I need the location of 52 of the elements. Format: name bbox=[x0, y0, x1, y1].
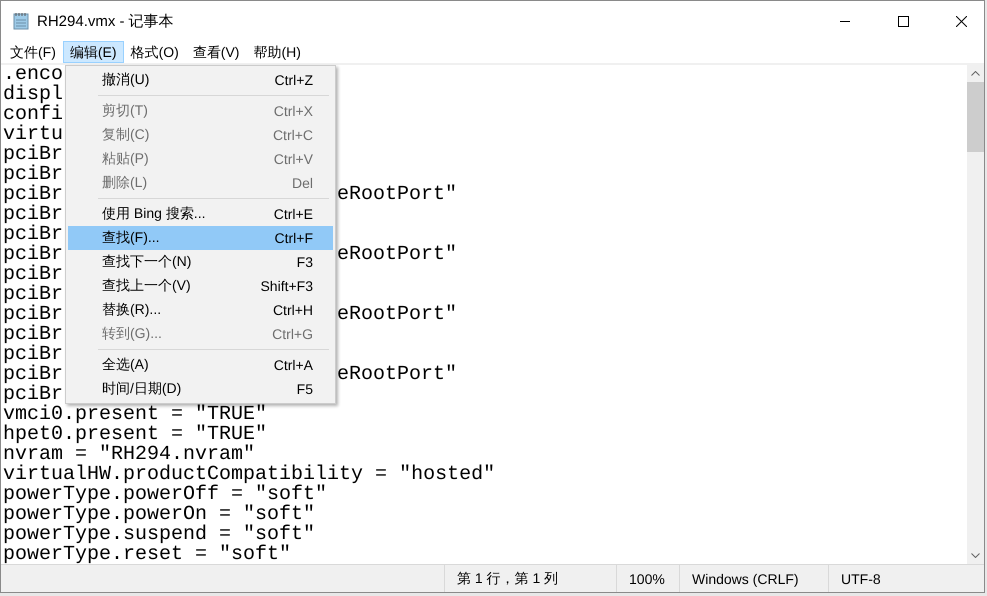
code-line: powerType.powerOn = "soft" bbox=[3, 505, 316, 525]
code-line: pciBr bbox=[3, 285, 64, 305]
menu-bar-item[interactable]: 查看(V) bbox=[186, 41, 246, 63]
menu-item[interactable]: 全选(A) Ctrl+A bbox=[68, 353, 333, 377]
code-line: nvram = "RH294.nvram" bbox=[3, 445, 256, 465]
status-text: 第 1 行，第 1 列 bbox=[457, 570, 558, 588]
menu-bar-item[interactable]: 编辑(E) bbox=[62, 41, 124, 63]
code-line: eRootPort" bbox=[337, 305, 458, 325]
code-line: pciBr bbox=[3, 365, 64, 385]
code-line: powerType.powerOff = "soft" bbox=[3, 485, 328, 505]
status-text: UTF-8 bbox=[841, 570, 881, 586]
menu-item[interactable]: 查找(F)... Ctrl+F bbox=[68, 226, 333, 250]
status-text: 100% bbox=[629, 570, 665, 586]
code-line: .enco bbox=[3, 65, 64, 85]
code-line: pciBr bbox=[3, 385, 64, 405]
menu-bar-item[interactable]: 格式(O) bbox=[124, 41, 186, 63]
window-title: RH294.vmx - 记事本 bbox=[37, 12, 174, 30]
code-line: vmci0.present = "TRUE" bbox=[3, 405, 268, 425]
code-line: virtu bbox=[3, 125, 64, 145]
code-line: confi bbox=[3, 105, 64, 125]
code-line: eRootPort" bbox=[337, 245, 458, 265]
code-line: pciBr bbox=[3, 165, 64, 185]
code-line: pciBr bbox=[3, 205, 64, 225]
code-line: pciBr bbox=[3, 245, 64, 265]
menu-bar-item[interactable]: 帮助(H) bbox=[246, 41, 308, 63]
scrollbar[interactable] bbox=[967, 65, 984, 564]
close-icon bbox=[956, 16, 966, 26]
code-line: pciBr bbox=[3, 265, 64, 285]
menu-item[interactable]: 替换(R)... Ctrl+H bbox=[68, 298, 333, 322]
notepad-icon bbox=[13, 12, 29, 30]
code-line: powerType.suspend = "soft" bbox=[3, 525, 316, 545]
code-line: pciBr bbox=[3, 345, 64, 365]
menu-item[interactable]: 时间/日期(D) F5 bbox=[68, 377, 333, 401]
menu-item[interactable]: 查找下一个(N) F3 bbox=[68, 250, 333, 274]
maximize-icon bbox=[898, 16, 908, 26]
status-text: Windows (CRLF) bbox=[692, 570, 799, 586]
code-line: hpet0.present = "TRUE" bbox=[3, 425, 268, 445]
code-line: eRootPort" bbox=[337, 185, 458, 205]
code-line: eRootPort" bbox=[337, 365, 458, 385]
code-line: virtualHW.productCompatibility = "hosted" bbox=[3, 465, 496, 485]
menu-bar-item[interactable]: 文件(F) bbox=[3, 41, 63, 63]
code-line: pciBr bbox=[3, 185, 64, 205]
code-line: pciBr bbox=[3, 145, 64, 165]
menu-item[interactable]: 撤消(U) Ctrl+Z bbox=[68, 68, 333, 92]
code-line: pciBr bbox=[3, 305, 64, 325]
scrollbar-thumb[interactable] bbox=[967, 82, 984, 152]
code-line: powerType.reset = "soft" bbox=[3, 545, 292, 564]
menu-item[interactable]: 查找上一个(V) Shift+F3 bbox=[68, 274, 333, 298]
code-line: displ bbox=[3, 85, 64, 105]
code-line: pciBr bbox=[3, 225, 64, 245]
menu-item[interactable]: 使用 Bing 搜索... Ctrl+E bbox=[68, 202, 333, 226]
code-line: pciBr bbox=[3, 325, 64, 345]
